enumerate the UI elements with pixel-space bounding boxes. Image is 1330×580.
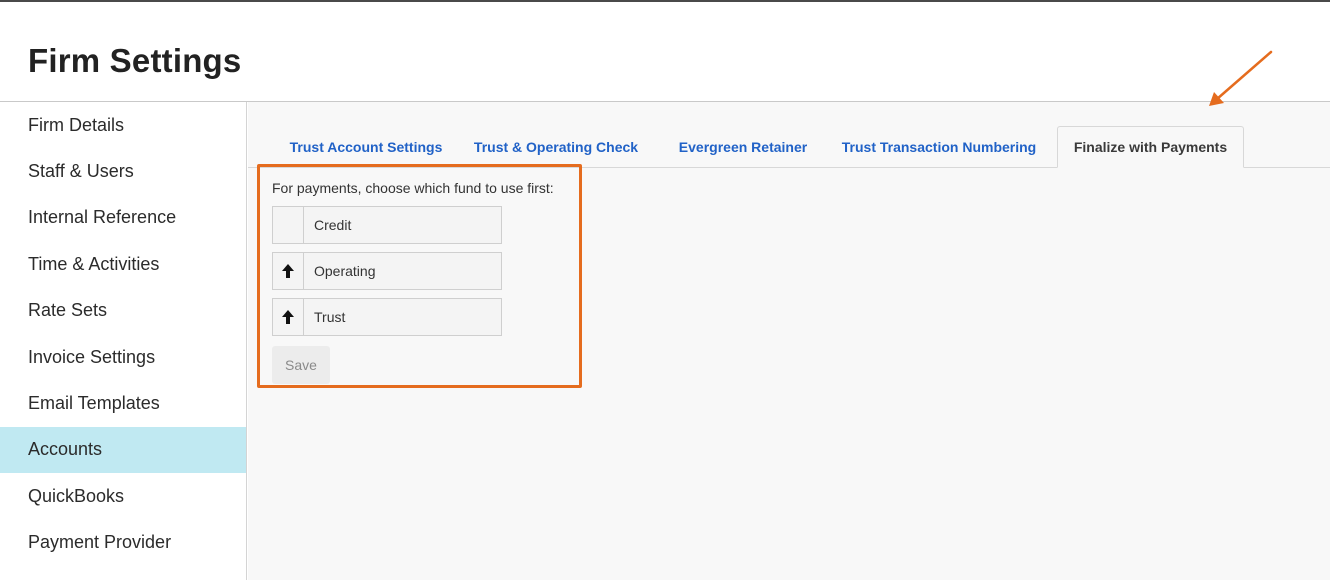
sidebar-item-payment-provider[interactable]: Payment Provider bbox=[0, 520, 246, 566]
sidebar: Firm Details Staff & Users Internal Refe… bbox=[0, 102, 247, 580]
sidebar-item-quickbooks[interactable]: QuickBooks bbox=[0, 473, 246, 519]
save-button[interactable]: Save bbox=[272, 346, 330, 384]
tab-trust-operating-check[interactable]: Trust & Operating Check bbox=[466, 126, 646, 168]
fund-label: Trust bbox=[314, 309, 346, 325]
tab-finalize-with-payments[interactable]: Finalize with Payments bbox=[1057, 126, 1244, 168]
arrow-up-icon[interactable] bbox=[273, 253, 304, 289]
sidebar-item-time-activities[interactable]: Time & Activities bbox=[0, 241, 246, 287]
tab-trust-transaction-numbering[interactable]: Trust Transaction Numbering bbox=[834, 126, 1044, 168]
fund-row-trust: Trust bbox=[272, 298, 502, 336]
page-title: Firm Settings bbox=[28, 42, 242, 79]
fund-label: Credit bbox=[314, 217, 352, 233]
sidebar-item-email-templates[interactable]: Email Templates bbox=[0, 380, 246, 426]
top-border bbox=[0, 0, 1330, 2]
sidebar-item-internal-reference[interactable]: Internal Reference bbox=[0, 195, 246, 241]
sidebar-item-staff-users[interactable]: Staff & Users bbox=[0, 148, 246, 194]
sidebar-item-firm-details[interactable]: Firm Details bbox=[0, 102, 246, 148]
tab-evergreen-retainer[interactable]: Evergreen Retainer bbox=[666, 126, 820, 168]
arrow-up-icon[interactable] bbox=[273, 299, 304, 335]
sidebar-item-rate-sets[interactable]: Rate Sets bbox=[0, 288, 246, 334]
fund-label: Operating bbox=[314, 263, 376, 279]
fund-order-slot bbox=[273, 207, 304, 243]
annotation-arrow-icon bbox=[1209, 50, 1273, 106]
fund-row-operating: Operating bbox=[272, 252, 502, 290]
tab-trust-account-settings[interactable]: Trust Account Settings bbox=[276, 126, 456, 168]
fund-row-credit: Credit bbox=[272, 206, 502, 244]
sidebar-item-accounts[interactable]: Accounts bbox=[0, 426, 246, 474]
sidebar-item-invoice-settings[interactable]: Invoice Settings bbox=[0, 334, 246, 380]
fund-order-instruction: For payments, choose which fund to use f… bbox=[272, 180, 554, 196]
